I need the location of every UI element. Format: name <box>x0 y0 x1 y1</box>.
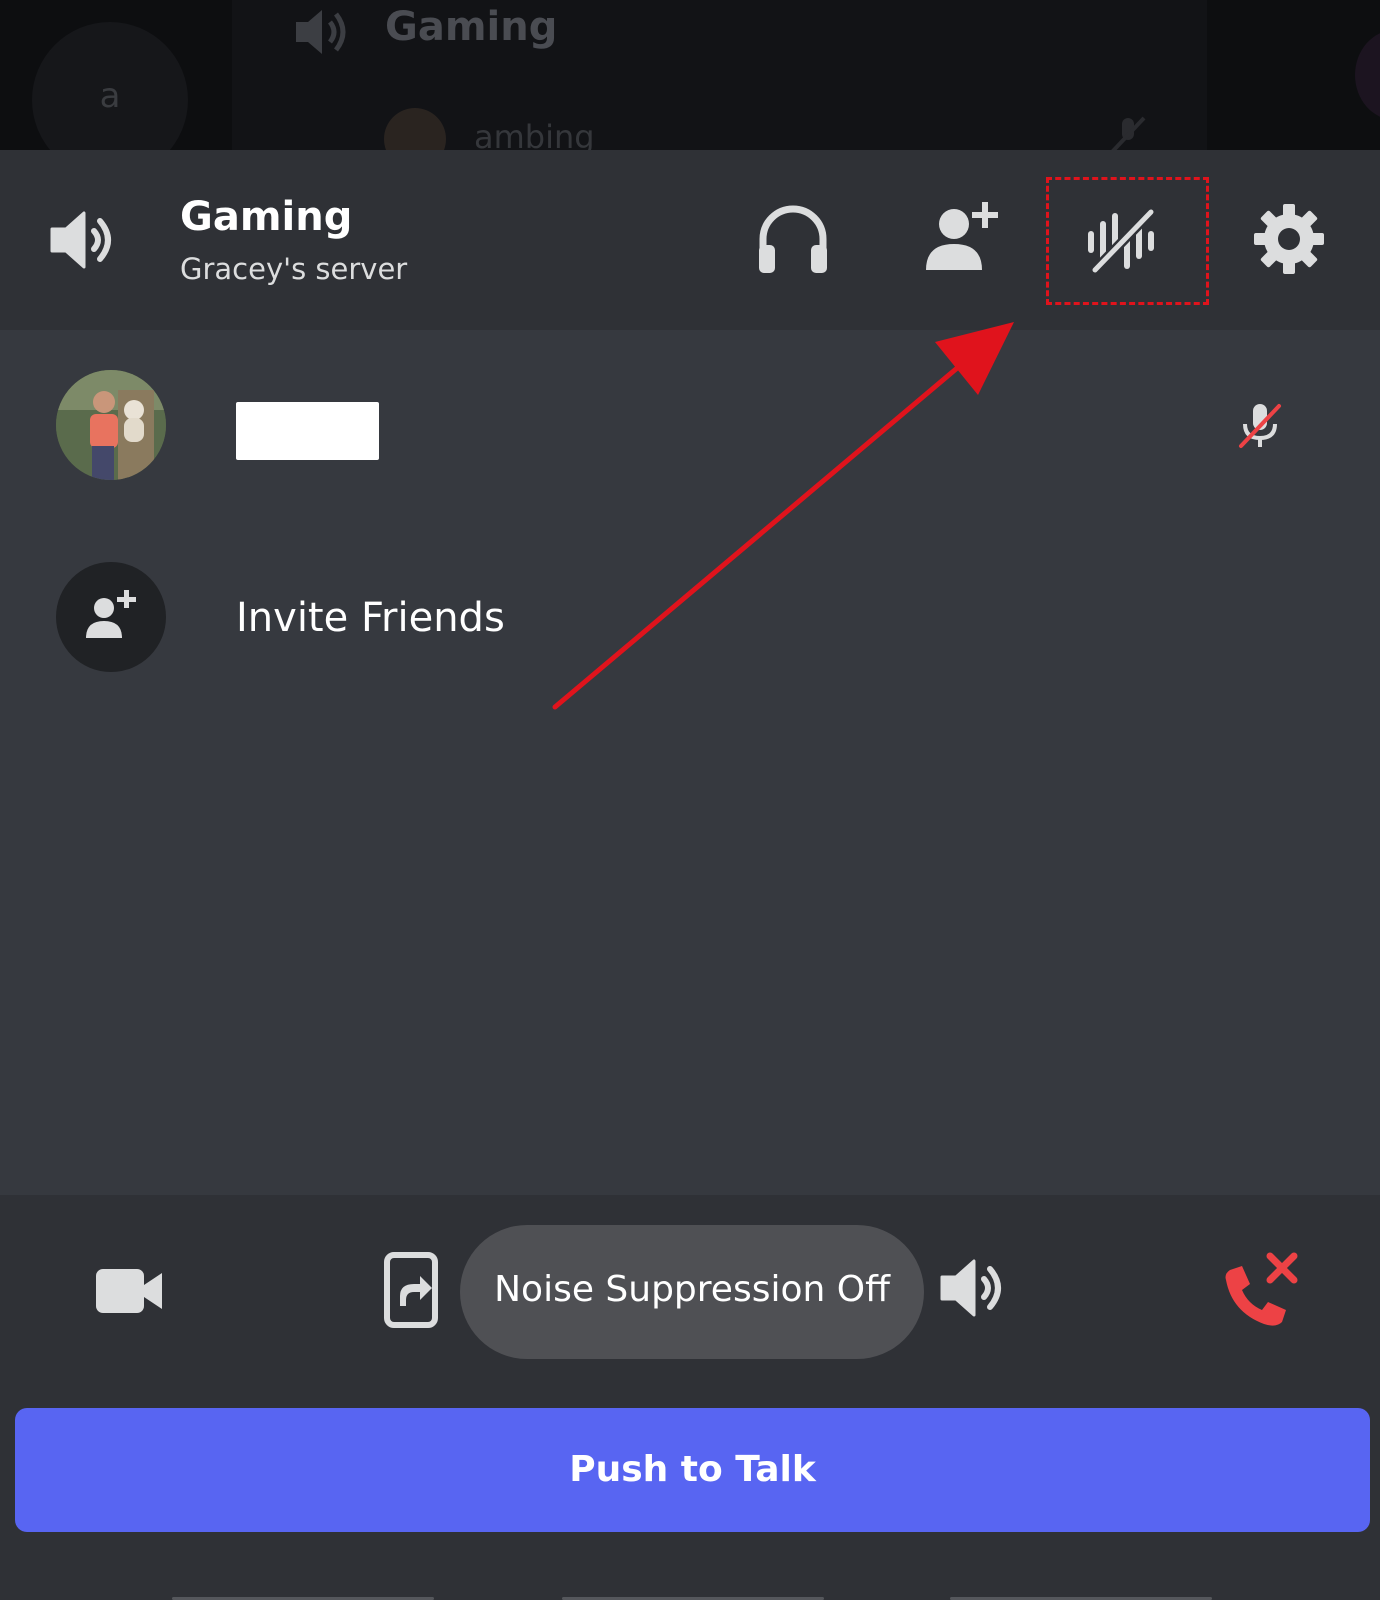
background-server-initial: a <box>99 76 121 116</box>
push-to-talk-label: Push to Talk <box>569 1449 816 1490</box>
noise-suppression-toast: Noise Suppression Off <box>460 1225 924 1359</box>
invite-friends-row[interactable]: Invite Friends <box>0 562 1380 674</box>
speaker-icon <box>50 211 111 269</box>
voice-controls-panel: Noise Suppression Off Push to Talk <box>0 1195 1380 1600</box>
video-camera-icon[interactable] <box>94 1265 164 1317</box>
background-avatar-partial <box>1355 30 1380 120</box>
avatar-photo <box>56 370 166 480</box>
speaker-icon[interactable] <box>938 1255 1008 1321</box>
server-name: Gracey's server <box>180 252 408 286</box>
background-muted-mic-icon <box>1111 116 1146 150</box>
background-overlay: a Gaming ambing <box>0 0 1380 150</box>
background-server-icon: a <box>32 22 188 150</box>
muted-mic-icon <box>1239 404 1281 448</box>
background-channel-panel <box>232 0 1207 150</box>
voice-member-row[interactable] <box>0 365 1380 485</box>
toast-text: Noise Suppression Off <box>494 1269 890 1310</box>
add-user-icon <box>86 590 136 638</box>
invite-avatar <box>56 562 166 672</box>
add-user-icon[interactable] <box>920 196 1006 272</box>
channel-title: Gaming <box>180 194 353 240</box>
background-speaker-icon <box>296 10 346 54</box>
annotation-highlight-box <box>1046 177 1209 305</box>
member-avatar <box>56 370 166 480</box>
headphones-icon[interactable] <box>755 203 831 275</box>
push-to-talk-button[interactable]: Push to Talk <box>15 1408 1370 1532</box>
gear-icon[interactable] <box>1252 202 1326 276</box>
background-channel-title: Gaming <box>385 4 558 50</box>
screen-share-icon[interactable] <box>384 1252 438 1328</box>
disconnect-icon[interactable] <box>1220 1250 1300 1330</box>
background-user-name: ambing <box>474 118 595 150</box>
invite-friends-label: Invite Friends <box>236 595 505 641</box>
redacted-username <box>236 402 379 460</box>
